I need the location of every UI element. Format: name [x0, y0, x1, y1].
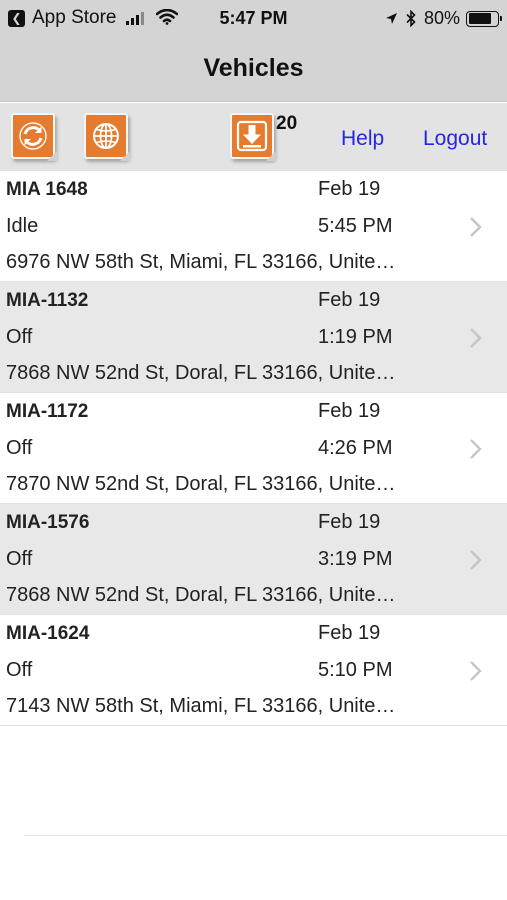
vehicle-status: Off: [6, 437, 33, 459]
vehicle-row[interactable]: MIA 1648 Feb 19 Idle 5:45 PM 6976 NW 58t…: [0, 171, 507, 282]
battery-level: [468, 13, 491, 24]
vehicle-address: 7870 NW 52nd St, Doral, FL 33166, Unite…: [6, 473, 396, 495]
status-bar: ❮ App Store 5:47 PM 80%: [0, 0, 507, 38]
globe-icon: [84, 113, 128, 159]
vehicle-name: MIA-1624: [6, 623, 90, 644]
vehicle-address: 6976 NW 58th St, Miami, FL 33166, Unite…: [6, 251, 396, 273]
navigation-bar: Vehicles: [0, 38, 507, 102]
refresh-icon: [11, 113, 55, 159]
vehicle-row[interactable]: MIA-1132 Feb 19 Off 1:19 PM 7868 NW 52nd…: [0, 282, 507, 393]
vehicle-row[interactable]: MIA-1172 Feb 19 Off 4:26 PM 7870 NW 52nd…: [0, 393, 507, 504]
vehicle-status: Off: [6, 548, 33, 570]
status-bar-right: 80%: [385, 8, 502, 29]
download-icon: [230, 113, 274, 159]
download-count-badge: 20: [276, 113, 298, 134]
location-icon: [385, 13, 397, 24]
vehicle-date: Feb 19: [318, 178, 381, 200]
chevron-right-icon: [470, 328, 482, 348]
vehicle-row[interactable]: MIA-1576 Feb 19 Off 3:19 PM 7868 NW 52nd…: [0, 504, 507, 615]
battery-percent: 80%: [423, 8, 460, 28]
toolbar: 20 Help Logout: [0, 103, 507, 171]
vehicle-address: 7868 NW 52nd St, Doral, FL 33166, Unite…: [6, 584, 396, 606]
battery-icon: [466, 10, 502, 27]
vehicle-name: MIA-1132: [6, 290, 89, 311]
vehicle-address: 7143 NW 58th St, Miami, FL 33166, Unite…: [6, 695, 396, 717]
page-title: Vehicles: [203, 54, 304, 82]
vehicle-name: MIA-1576: [6, 512, 90, 533]
vehicle-time: 5:10 PM: [318, 659, 393, 681]
vehicle-date: Feb 19: [318, 511, 381, 533]
vehicle-time: 1:19 PM: [318, 326, 393, 348]
chevron-right-icon: [470, 661, 482, 681]
chevron-right-icon: [470, 217, 482, 237]
vehicle-list: MIA 1648 Feb 19 Idle 5:45 PM 6976 NW 58t…: [0, 171, 507, 726]
vehicle-name: MIA 1648: [6, 179, 88, 200]
help-link[interactable]: Help: [341, 127, 384, 151]
vehicle-date: Feb 19: [318, 400, 381, 422]
vehicle-time: 4:26 PM: [318, 437, 393, 459]
bluetooth-icon: [406, 10, 416, 27]
vehicle-address: 7868 NW 52nd St, Doral, FL 33166, Unite…: [6, 362, 396, 384]
vehicle-status: Idle: [6, 215, 39, 237]
empty-row-separator: [24, 835, 507, 836]
vehicle-status: Off: [6, 659, 33, 681]
vehicle-name: MIA-1172: [6, 401, 89, 422]
vehicle-status: Off: [6, 326, 33, 348]
logout-link[interactable]: Logout: [423, 127, 487, 151]
vehicle-time: 3:19 PM: [318, 548, 393, 570]
map-button[interactable]: [84, 113, 132, 163]
vehicle-date: Feb 19: [318, 622, 381, 644]
vehicle-row[interactable]: MIA-1624 Feb 19 Off 5:10 PM 7143 NW 58th…: [0, 615, 507, 726]
refresh-button[interactable]: [11, 113, 59, 163]
chevron-right-icon: [470, 439, 482, 459]
download-button[interactable]: [230, 113, 278, 163]
vehicle-date: Feb 19: [318, 289, 381, 311]
vehicle-time: 5:45 PM: [318, 215, 393, 237]
chevron-right-icon: [470, 550, 482, 570]
